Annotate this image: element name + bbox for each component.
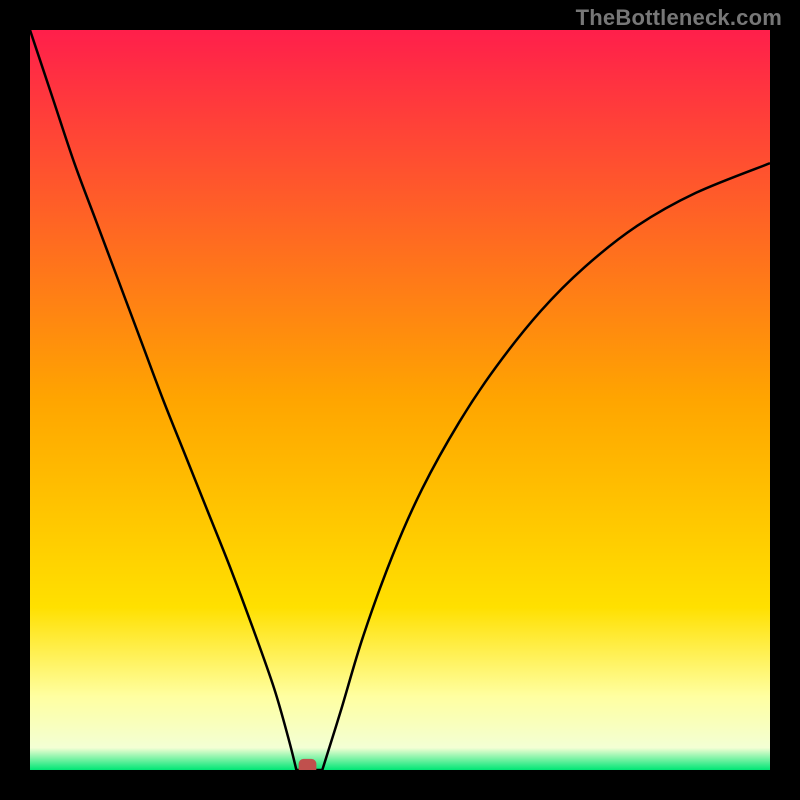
watermark-text: TheBottleneck.com (576, 5, 782, 31)
bottleneck-chart (30, 30, 770, 770)
chart-frame: TheBottleneck.com (0, 0, 800, 800)
minimum-marker (299, 759, 317, 770)
gradient-background (30, 30, 770, 770)
